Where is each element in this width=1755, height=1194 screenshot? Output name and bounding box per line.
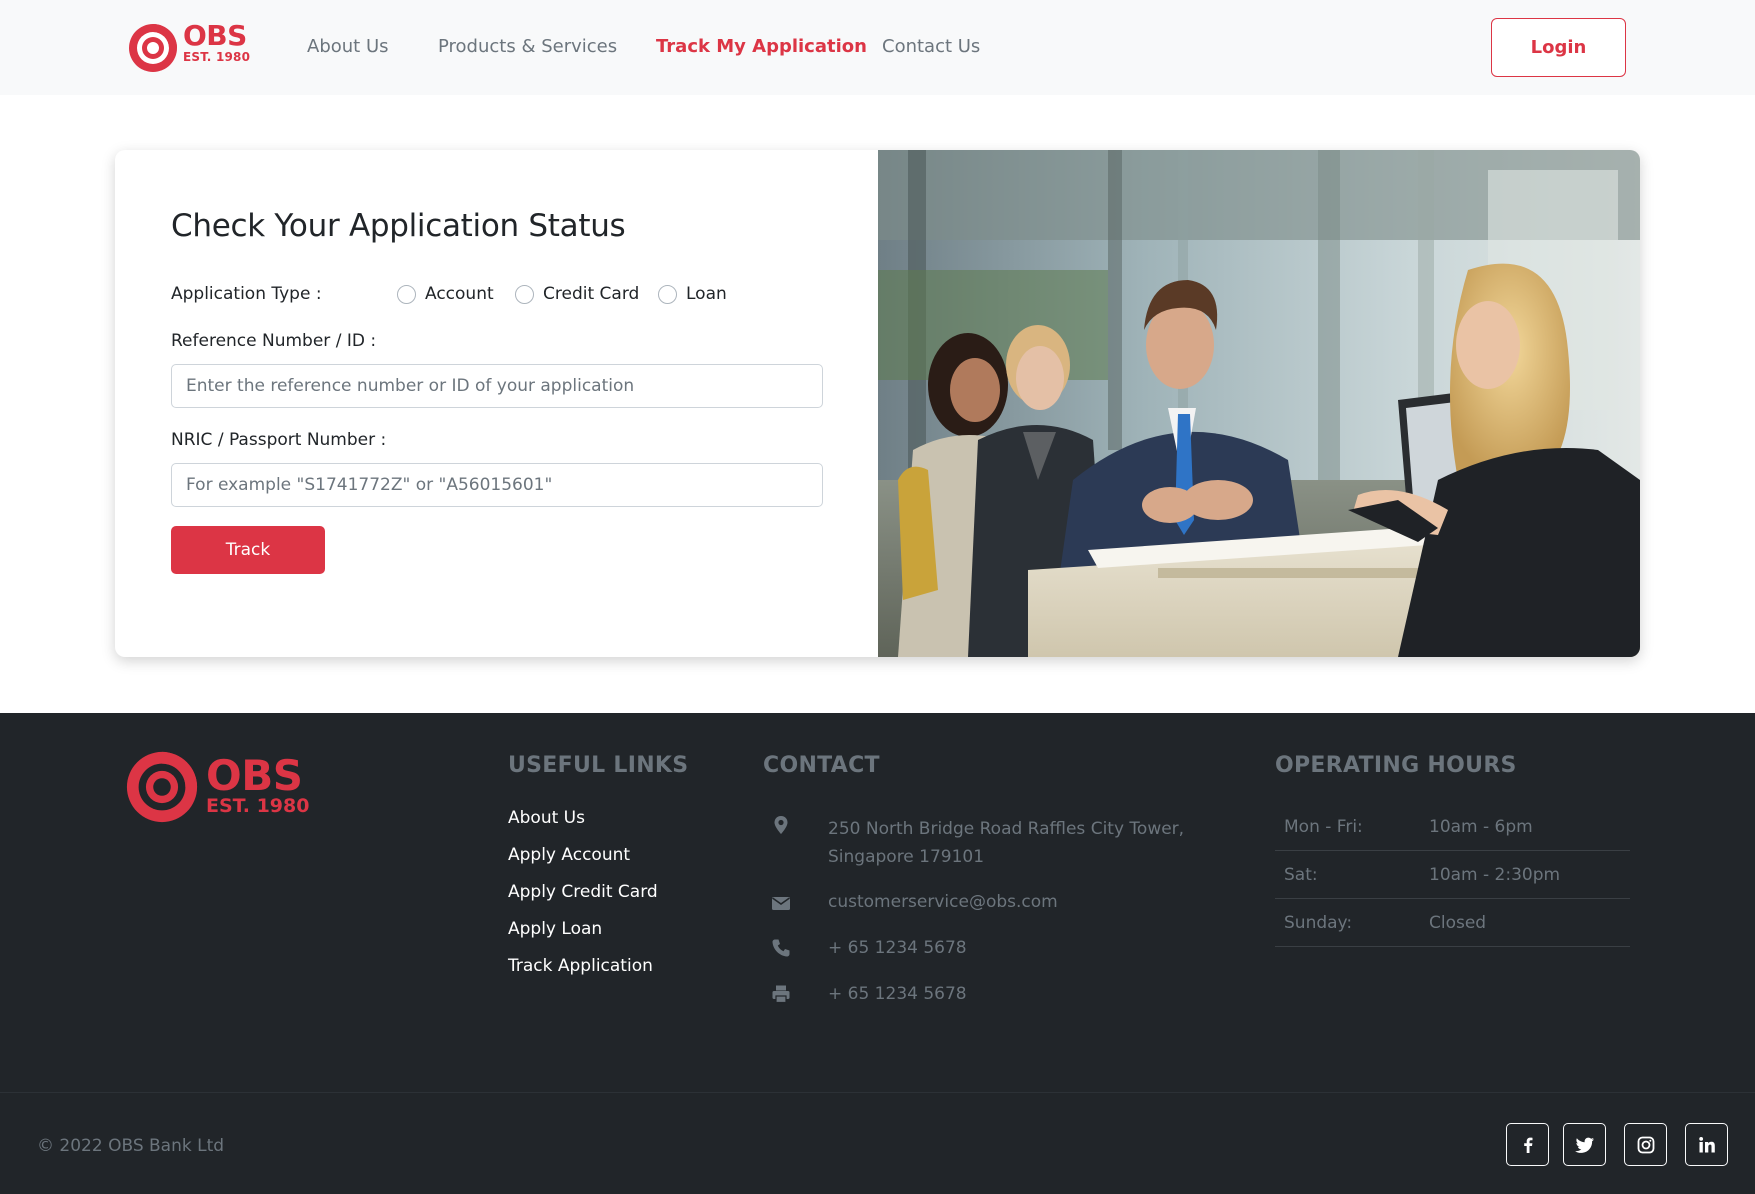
linkedin-button[interactable]	[1685, 1123, 1728, 1166]
top-navbar: OBS EST. 1980 About Us Products & Servic…	[0, 0, 1755, 95]
contact-fax-number: + 65 1234 5678	[828, 984, 967, 1004]
hours-day: Sunday:	[1284, 913, 1353, 933]
hours-day: Sat:	[1284, 865, 1318, 885]
brand-established: EST. 1980	[183, 50, 251, 64]
application-type-label: Application Type :	[171, 284, 322, 304]
footer-divider	[0, 1092, 1755, 1093]
contact-address-line1: 250 North Bridge Road Raffles City Tower…	[828, 819, 1185, 839]
nav-track-my-application[interactable]: Track My Application	[656, 36, 867, 57]
contact-phone-number: + 65 1234 5678	[828, 938, 967, 958]
copyright-text: © 2022 OBS Bank Ltd	[37, 1136, 225, 1156]
track-button[interactable]: Track	[171, 526, 325, 574]
contact-phone: + 65 1234 5678	[771, 934, 1191, 964]
brand-wordmark: OBS EST. 1980	[183, 19, 251, 64]
instagram-button[interactable]	[1624, 1123, 1667, 1166]
hours-row-weekdays: Mon - Fri: 10am - 6pm	[1275, 803, 1630, 851]
hours-time: Closed	[1429, 913, 1487, 933]
brand-logo-link[interactable]: OBS EST. 1980	[127, 20, 252, 76]
twitter-icon	[1574, 1137, 1594, 1153]
twitter-button[interactable]	[1563, 1123, 1606, 1166]
envelope-icon	[772, 897, 790, 910]
footer-brand-established: EST. 1980	[206, 795, 310, 817]
page-title: Check Your Application Status	[171, 208, 626, 244]
brand-name: OBS	[183, 19, 247, 52]
operating-hours-heading: OPERATING HOURS	[1275, 753, 1517, 778]
radio-credit-card[interactable]: Credit Card	[515, 274, 639, 314]
nav-about-us[interactable]: About Us	[307, 36, 389, 57]
instagram-icon	[1637, 1136, 1654, 1153]
footer-link-track-application[interactable]: Track Application	[508, 956, 653, 976]
track-form: Check Your Application Status Applicatio…	[115, 150, 878, 657]
footer-link-apply-account[interactable]: Apply Account	[508, 845, 630, 865]
hours-time: 10am - 2:30pm	[1429, 865, 1561, 885]
obs-logo-icon	[129, 24, 177, 72]
nav-products-services[interactable]: Products & Services	[438, 36, 617, 57]
footer-link-apply-loan[interactable]: Apply Loan	[508, 919, 602, 939]
radio-loan[interactable]: Loan	[658, 274, 727, 314]
hero-photo-illustration	[878, 150, 1640, 657]
footer-logo: OBS EST. 1980	[124, 749, 324, 829]
contact-heading: CONTACT	[763, 753, 880, 778]
hours-day: Mon - Fri:	[1284, 817, 1363, 837]
obs-footer-logo-icon	[126, 751, 198, 823]
hours-time: 10am - 6pm	[1429, 817, 1533, 837]
login-button[interactable]: Login	[1491, 18, 1626, 77]
contact-fax: + 65 1234 5678	[771, 980, 1191, 1010]
phone-icon	[772, 939, 790, 957]
footer-brand-name: OBS	[206, 751, 303, 800]
linkedin-icon	[1698, 1136, 1715, 1152]
reference-number-label: Reference Number / ID :	[171, 331, 377, 351]
site-footer: OBS EST. 1980 USEFUL LINKS About Us Appl…	[0, 713, 1755, 1194]
contact-email: customerservice@obs.com	[771, 888, 1191, 918]
nav-contact-us[interactable]: Contact Us	[882, 36, 980, 57]
radio-account-label: Account	[425, 284, 494, 304]
contact-address-line2: Singapore 179101	[828, 847, 985, 867]
facebook-button[interactable]	[1506, 1123, 1549, 1166]
bank-counter-photo	[878, 150, 1640, 657]
hours-row-sunday: Sunday: Closed	[1275, 899, 1630, 947]
nric-passport-input[interactable]	[171, 463, 823, 507]
radio-loan-label: Loan	[686, 284, 727, 304]
footer-wordmark: OBS EST. 1980	[206, 755, 309, 816]
reference-number-input[interactable]	[171, 364, 823, 408]
footer-link-apply-credit-card[interactable]: Apply Credit Card	[508, 882, 658, 902]
radio-account[interactable]: Account	[397, 274, 494, 314]
useful-links-heading: USEFUL LINKS	[508, 753, 689, 778]
facebook-icon	[1523, 1137, 1532, 1153]
operating-hours-table: Mon - Fri: 10am - 6pm Sat: 10am - 2:30pm…	[1275, 803, 1630, 947]
radio-account-circle[interactable]	[397, 284, 416, 304]
radio-loan-circle[interactable]	[658, 284, 677, 304]
track-application-card: Check Your Application Status Applicatio…	[115, 150, 1640, 657]
radio-credit-card-label: Credit Card	[543, 284, 640, 304]
contact-email-link[interactable]: customerservice@obs.com	[828, 888, 1058, 916]
contact-address: 250 North Bridge Road Raffles City Tower…	[771, 815, 1191, 875]
radio-credit-card-circle[interactable]	[515, 284, 534, 304]
footer-link-about-us[interactable]: About Us	[508, 808, 585, 828]
map-pin-icon	[774, 816, 788, 834]
printer-icon	[772, 985, 790, 1004]
hours-row-saturday: Sat: 10am - 2:30pm	[1275, 851, 1630, 899]
nric-passport-label: NRIC / Passport Number :	[171, 430, 387, 450]
